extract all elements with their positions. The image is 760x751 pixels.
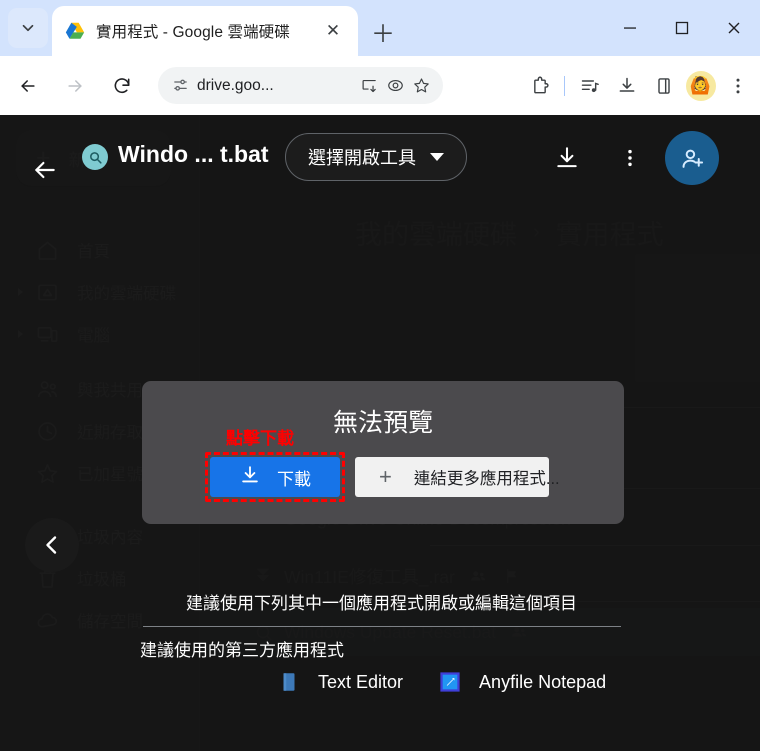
toolbar-divider <box>564 75 565 96</box>
browser-tabstrip: 實用程式 - Google 雲端硬碟 ✕ ＋ <box>0 0 760 56</box>
address-bar[interactable]: drive.goo... <box>158 67 443 104</box>
suggestion-heading: 建議使用下列其中一個應用程式開啟或編輯這個項目 <box>186 594 577 613</box>
maximize-icon[interactable] <box>656 0 708 56</box>
link-more-apps-label: 連結更多應用程式... <box>413 470 560 488</box>
downloads-icon[interactable] <box>608 67 645 104</box>
three-dot-menu-icon[interactable] <box>615 141 645 175</box>
site-settings-icon[interactable] <box>167 73 193 99</box>
browser-tab[interactable]: 實用程式 - Google 雲端硬碟 ✕ <box>52 6 358 56</box>
google-drive-page: + 新增 首頁 我的雲端硬碟 <box>0 115 760 751</box>
media-list-icon[interactable] <box>571 67 608 104</box>
viewer-filename: Windo ... t.bat <box>118 141 269 167</box>
suggested-apps-list: Text Editor Anyfile Notepad <box>278 671 606 693</box>
forward-arrow-icon <box>56 67 94 105</box>
new-tab-button[interactable]: ＋ <box>368 16 398 48</box>
plus-icon: + <box>379 464 392 489</box>
open-with-label: 選擇開啟工具 <box>308 148 416 168</box>
extensions-puzzle-icon[interactable] <box>521 67 558 104</box>
app-name: Text Editor <box>318 671 404 692</box>
address-bar-url: drive.goo... <box>197 76 274 94</box>
download-icon <box>239 464 261 491</box>
download-icon[interactable] <box>550 141 584 175</box>
open-with-button[interactable]: 選擇開啟工具 <box>285 133 467 181</box>
close-icon[interactable]: ✕ <box>320 18 346 44</box>
minimize-icon[interactable] <box>604 0 656 56</box>
preview-viewer-overlay: Windo ... t.bat 選擇開啟工具 無法預覽 下載 + 連結更多應用程… <box>0 115 760 751</box>
link-more-apps-button[interactable]: + 連結更多應用程式... <box>355 457 560 497</box>
window-controls <box>604 0 760 56</box>
app-name: Anyfile Notepad <box>479 671 607 692</box>
reload-icon[interactable] <box>103 67 141 105</box>
download-button-label: 下載 <box>277 469 311 489</box>
dialog-title: 無法預覽 <box>332 409 433 437</box>
anyfile-notepad-icon <box>439 671 461 693</box>
download-button[interactable]: 下載 <box>210 457 340 497</box>
side-panel-icon[interactable] <box>645 67 682 104</box>
star-icon[interactable] <box>408 73 434 99</box>
text-editor-icon <box>278 671 300 693</box>
back-arrow-icon[interactable] <box>9 67 47 105</box>
previous-file-button[interactable] <box>25 518 79 572</box>
profile-avatar[interactable]: 🙆 <box>682 67 719 104</box>
back-arrow-icon[interactable] <box>28 153 62 187</box>
list-item[interactable]: Text Editor <box>278 671 403 693</box>
eye-icon[interactable] <box>382 73 408 99</box>
browser-toolbar: drive.goo... 🙆 <box>0 56 760 115</box>
tab-search-chevron-icon[interactable] <box>8 8 48 48</box>
annotation-label: 點擊下載 <box>226 429 294 448</box>
toolbar-right-icons: 🙆 <box>521 67 756 104</box>
avatar: 🙆 <box>685 70 716 101</box>
suggestion-divider <box>143 626 621 627</box>
list-item[interactable]: Anyfile Notepad <box>439 671 606 693</box>
cannot-preview-dialog: 無法預覽 下載 + 連結更多應用程式... 點擊下載 <box>142 381 624 524</box>
add-person-icon[interactable] <box>665 131 719 185</box>
bat-file-badge-icon <box>82 144 108 170</box>
suggestion-subheading: 建議使用的第三方應用程式 <box>140 641 344 660</box>
chevron-down-icon <box>430 153 444 161</box>
tab-title: 實用程式 - Google 雲端硬碟 <box>96 24 290 41</box>
close-icon[interactable] <box>708 0 760 56</box>
viewer-header: Windo ... t.bat 選擇開啟工具 <box>0 115 760 197</box>
screenshot-root: 實用程式 - Google 雲端硬碟 ✕ ＋ drive.goo... 🙆 Wi… <box>0 0 760 751</box>
install-app-icon[interactable] <box>356 73 382 99</box>
google-drive-favicon <box>64 20 86 42</box>
three-dot-menu-icon[interactable] <box>719 67 756 104</box>
